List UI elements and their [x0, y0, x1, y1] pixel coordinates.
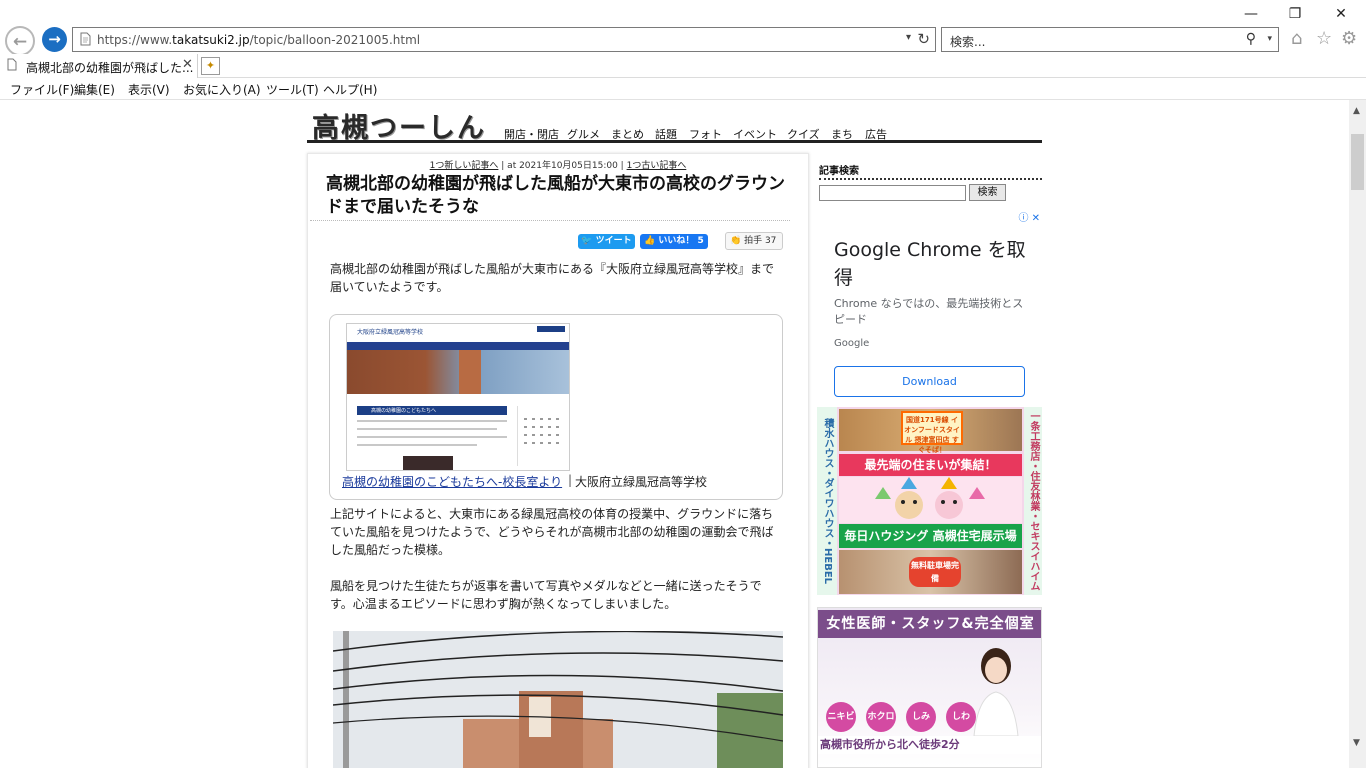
embed-link[interactable]: 高槻の幼稚園のこどもたちへ-校長室より	[342, 473, 562, 490]
header-divider	[307, 140, 1042, 143]
search-icon[interactable]: ⚲	[1246, 31, 1256, 47]
back-arrow-icon: ←	[12, 32, 28, 52]
sidebar-heading: 記事検索	[819, 166, 859, 177]
ad-title: Google Chrome を取得	[834, 239, 1026, 289]
scrollbar-thumb[interactable]	[1351, 134, 1364, 190]
menu-tools[interactable]: ツール(T)	[266, 81, 319, 98]
ad-house-title: 毎日ハウジング 高槻住宅展示場	[839, 524, 1022, 548]
adchoices-icon[interactable]: ⓘ ✕	[1018, 209, 1040, 224]
tab-title: 高槻北部の幼稚園が飛ばした...	[26, 61, 194, 75]
clap-button[interactable]: 👏 拍手 37	[725, 232, 783, 250]
menu-view[interactable]: 表示(V)	[128, 81, 170, 98]
ad-google-chrome[interactable]: ⓘ ✕ Google Chrome を取得 Chrome ならではの、最先端技術…	[817, 208, 1042, 400]
sidebar-search-input[interactable]	[819, 185, 966, 201]
ad-download-button[interactable]: Download	[834, 366, 1025, 397]
close-icon[interactable]: ✕	[182, 57, 193, 72]
ad-clinic-bubble: しみ	[906, 702, 936, 732]
gear-icon[interactable]: ⚙	[1341, 28, 1357, 49]
embed-site-badge	[537, 326, 565, 332]
page-icon	[6, 58, 18, 74]
menu-edit[interactable]: 編集(E)	[74, 81, 115, 98]
embed-hero-building	[459, 350, 481, 394]
embed-text-line	[357, 444, 477, 446]
clap-icon: 👏	[730, 236, 745, 246]
browser-toolbar: — ❐ ✕ ← → https://www.takatsuki2.jp/topi…	[0, 0, 1366, 56]
article-paragraph: 上記サイトによると、大東市にある緑風冠高校の体育の授業中、グラウンドに落ちていた…	[330, 507, 774, 557]
newer-article-link[interactable]: 1つ新しい記事へ	[430, 161, 499, 171]
ad-clinic-bubble: ホクロ	[866, 702, 896, 732]
embed-headline: 高槻の幼稚園のこどもたちへ	[357, 406, 507, 415]
older-article-link[interactable]: 1つ古い記事へ	[627, 161, 687, 171]
embed-photo	[403, 456, 453, 470]
ad-clinic-bubble: ニキビ	[826, 702, 856, 732]
restore-button[interactable]: ❐	[1280, 4, 1310, 24]
embed-text-line	[357, 428, 497, 430]
ad-house-headline: 最先端の住まいが集結！	[839, 454, 1022, 476]
embed-separator: |	[568, 473, 573, 487]
vertical-scrollbar[interactable]: ▲ ▼	[1349, 100, 1366, 768]
school-photo	[333, 631, 783, 768]
back-button[interactable]: ←	[5, 26, 35, 56]
tab-active[interactable]: 高槻北部の幼稚園が飛ばした... ✕	[0, 54, 198, 78]
ad-clinic-doctor-photo	[970, 644, 1022, 737]
tab-bar: 高槻北部の幼稚園が飛ばした... ✕ ✦	[0, 54, 1366, 78]
embed-card[interactable]: 大阪府立緑風冠高等学校 高槻の幼稚園のこどもたちへ 高槻の幼稚園のこどもたちへ-…	[329, 314, 783, 500]
menu-bar: ファイル(F) 編集(E) 表示(V) お気に入り(A) ツール(T) ヘルプ(…	[0, 78, 1366, 100]
embed-calendar	[517, 406, 565, 466]
search-input[interactable]: 検索...	[950, 33, 985, 50]
ad-house-location-sign: 国道171号線 イオンフードスタイル 摂津富田店 すぐそば！	[901, 411, 963, 454]
star-icon[interactable]: ☆	[1316, 28, 1332, 49]
ad-clinic-footer: 高槻市役所から北へ徒歩2分	[818, 736, 1041, 754]
scroll-down-icon[interactable]: ▼	[1353, 738, 1360, 748]
scroll-up-icon[interactable]: ▲	[1353, 106, 1360, 116]
embed-text-line	[357, 420, 507, 422]
sidebar-divider	[819, 178, 1042, 180]
embed-text-line	[357, 436, 507, 438]
embed-screenshot[interactable]: 大阪府立緑風冠高等学校 高槻の幼稚園のこどもたちへ	[346, 323, 570, 471]
ad-housing-exhibition[interactable]: 積水ハウス・ダイワハウス・HEBEL HAUS 一条工務店・住友林業・セキスイハ…	[817, 407, 1042, 595]
embed-caption: 大阪府立緑風冠高等学校	[575, 475, 708, 489]
title-divider	[310, 220, 790, 221]
clap-label: 拍手 37	[744, 236, 777, 246]
search-field[interactable]: 検索... ⚲ ▾	[941, 27, 1279, 52]
page-viewport: 高槻つーしん 開店・閉店 グルメ まとめ 話題 フォト イベント クイズ まち …	[0, 100, 1349, 768]
article-meta: 1つ新しい記事へ | at 2021年10月05日15:00 | 1つ古い記事へ	[307, 158, 809, 171]
chevron-down-icon[interactable]: ▾	[1267, 34, 1272, 44]
article-title: 高槻北部の幼稚園が飛ばした風船が大東市の高校のグラウンドまで届いたそうな	[326, 174, 785, 217]
address-bar[interactable]: https://www.takatsuki2.jp/topic/balloon-…	[72, 27, 936, 52]
ad-house-mascots	[839, 477, 1022, 523]
chevron-down-icon[interactable]: ▾	[906, 32, 911, 43]
close-window-button[interactable]: ✕	[1326, 4, 1356, 24]
menu-favorites[interactable]: お気に入り(A)	[183, 81, 261, 98]
ad-clinic[interactable]: 女性医師・スタッフ&完全個室 ニキビ ホクロ しみ しわ 高槻市役所から北へ徒歩…	[817, 607, 1042, 768]
article-timestamp: | at 2021年10月05日15:00 |	[501, 161, 624, 171]
minimize-button[interactable]: —	[1236, 4, 1266, 24]
forward-arrow-icon: →	[48, 30, 61, 48]
ad-house-parking-badge: 無料駐車場完備	[909, 557, 961, 587]
ad-brand: Google	[834, 338, 870, 349]
refresh-icon[interactable]: ↻	[917, 30, 930, 48]
menu-file[interactable]: ファイル(F)	[10, 81, 74, 98]
article-paragraph: 風船を見つけた生徒たちが返事を書いて写真やメダルなどと一緒に送ったそうです。心温…	[330, 579, 762, 611]
ad-body: Chrome ならではの、最先端技術とスピード	[834, 297, 1024, 326]
menu-help[interactable]: ヘルプ(H)	[323, 81, 377, 98]
twitter-icon: 🐦	[581, 236, 596, 246]
home-icon[interactable]: ⌂	[1291, 28, 1302, 49]
tweet-button[interactable]: 🐦 ツイート	[578, 234, 635, 249]
tweet-label: ツイート	[595, 236, 632, 246]
embed-site-nav	[347, 342, 569, 350]
forward-button[interactable]: →	[42, 27, 67, 52]
like-label: いいね！ 5	[658, 236, 704, 246]
article-paragraph: 高槻北部の幼稚園が飛ばした風船が大東市にある『大阪府立緑風冠高等学校』まで届いて…	[330, 262, 775, 294]
thumbs-up-icon: 👍	[644, 236, 659, 246]
facebook-like-button[interactable]: 👍 いいね！ 5	[640, 234, 708, 249]
url-text[interactable]: https://www.takatsuki2.jp/topic/balloon-…	[97, 33, 420, 47]
ad-house-left-text: 積水ハウス・ダイワハウス・HEBEL HAUS	[817, 407, 837, 595]
new-tab-button[interactable]: ✦	[201, 57, 220, 75]
sidebar-search-button[interactable]: 検索	[969, 184, 1006, 201]
ad-clinic-headline: 女性医師・スタッフ&完全個室	[818, 610, 1041, 638]
new-tab-icon: ✦	[205, 59, 216, 72]
page-icon	[79, 32, 92, 47]
ad-house-right-text: 一条工務店・住友林業・セキスイハイム	[1024, 407, 1042, 595]
